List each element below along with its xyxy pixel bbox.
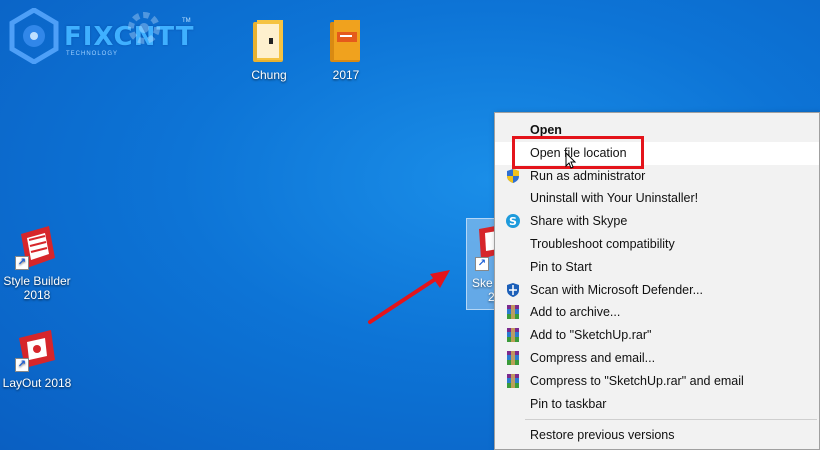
menu-item-label: Troubleshoot compatibility [530, 236, 675, 251]
desktop-icon-2017[interactable]: 2017 [307, 18, 385, 82]
svg-text:S: S [509, 215, 517, 228]
menu-item-share-skype[interactable]: S Share with Skype [495, 210, 819, 233]
menu-item-pin-to-start[interactable]: Pin to Start [495, 256, 819, 279]
layout-icon: ↗ [15, 326, 59, 372]
menu-item-uninstall[interactable]: Uninstall with Your Uninstaller! [495, 187, 819, 210]
logo-trademark: TM [182, 18, 191, 24]
winrar-icon [507, 305, 519, 320]
menu-item-label: Pin to Start [530, 259, 592, 274]
desktop-icon-label: 2017 [332, 68, 360, 82]
winrar-icon [507, 373, 519, 388]
menu-item-compress-email[interactable]: Compress and email... [495, 347, 819, 370]
menu-item-restore-versions[interactable]: Restore previous versions [495, 424, 819, 447]
desktop-icon-chung[interactable]: Chung [230, 18, 308, 82]
menu-item-pin-to-taskbar[interactable]: Pin to taskbar [495, 393, 819, 416]
folder-icon [247, 18, 291, 64]
mouse-cursor-icon [565, 152, 577, 169]
menu-item-label: Uninstall with Your Uninstaller! [530, 191, 699, 206]
selected-label-line1: Ske [472, 276, 493, 290]
desktop-icon-layout[interactable]: ↗ LayOut 2018 [0, 326, 76, 390]
desktop-icon-style-builder[interactable]: ↗ Style Builder 2018 [0, 224, 76, 302]
menu-item-label: Open [530, 123, 562, 137]
menu-item-label: Scan with Microsoft Defender... [530, 282, 703, 297]
annotation-highlight-box [512, 136, 644, 169]
skype-icon: S [506, 214, 520, 229]
menu-item-scan-defender[interactable]: Scan with Microsoft Defender... [495, 279, 819, 302]
winrar-icon [507, 350, 519, 365]
uac-shield-icon [507, 168, 519, 183]
gear-logo-icon [9, 8, 59, 64]
menu-item-compress-rar-email[interactable]: Compress to "SketchUp.rar" and email [495, 370, 819, 393]
style-builder-icon: ↗ [15, 224, 59, 270]
menu-item-label: Compress and email... [530, 350, 656, 365]
menu-item-label: Run as administrator [530, 168, 646, 183]
logo-subtitle: TECHNOLOGY [66, 51, 119, 57]
folder-icon [324, 18, 368, 64]
menu-item-label: Pin to taskbar [530, 396, 607, 411]
shortcut-arrow-icon: ↗ [15, 358, 29, 372]
menu-item-label: Add to "SketchUp.rar" [530, 328, 652, 343]
defender-icon [507, 282, 519, 297]
desktop-icon-label-line1: Style Builder [3, 274, 71, 288]
selected-icon-label: Ske 2 [472, 276, 495, 304]
menu-separator [525, 419, 817, 421]
desktop-icon-label-line2: 2018 [23, 288, 51, 302]
selected-label-line2: 2 [488, 290, 495, 304]
menu-item-label: Share with Skype [530, 214, 628, 229]
winrar-icon [507, 328, 519, 343]
menu-item-label: Restore previous versions [530, 428, 675, 443]
desktop-icon-label: Chung [251, 68, 287, 82]
desktop-icon-label: LayOut 2018 [2, 376, 72, 390]
shortcut-arrow-icon: ↗ [475, 257, 489, 271]
gear-icon [128, 12, 160, 44]
menu-item-add-to-archive[interactable]: Add to archive... [495, 301, 819, 324]
menu-item-label: Add to archive... [530, 305, 621, 320]
menu-item-add-to-rar[interactable]: Add to "SketchUp.rar" [495, 324, 819, 347]
shortcut-arrow-icon: ↗ [15, 256, 29, 270]
menu-item-label: Compress to "SketchUp.rar" and email [530, 373, 744, 388]
menu-item-troubleshoot[interactable]: Troubleshoot compatibility [495, 233, 819, 256]
annotation-arrow-icon [368, 270, 450, 324]
watermark-logo: FIXCNTT TM TECHNOLOGY [6, 6, 196, 66]
